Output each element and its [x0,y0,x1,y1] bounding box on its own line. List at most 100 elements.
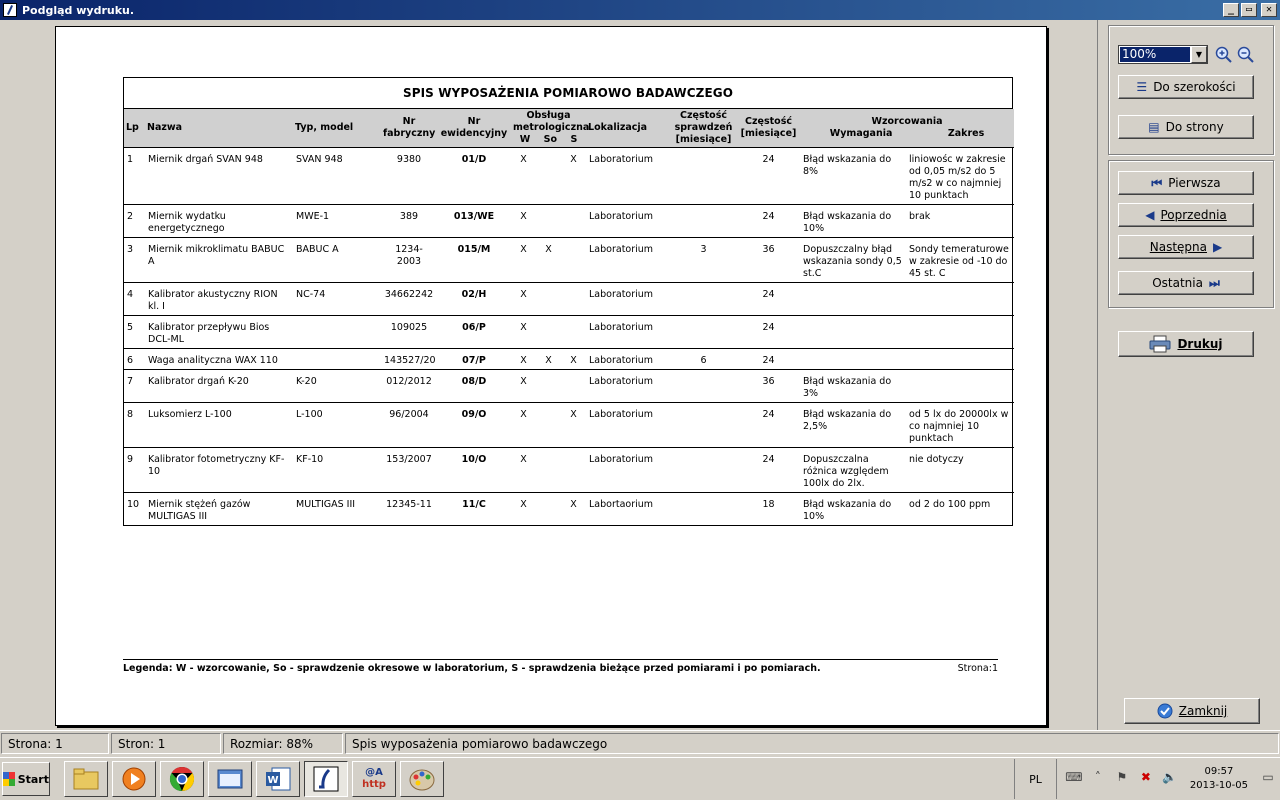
word-icon[interactable]: W [256,761,300,797]
minimize-button[interactable]: _ [1223,3,1239,17]
chevron-down-icon[interactable]: ▼ [1191,46,1207,63]
zoom-value: 100% [1120,47,1190,62]
paint-icon[interactable] [400,761,444,797]
row-czestosc-sprawdzen: 3 [670,237,738,283]
window-app-icon[interactable] [208,761,252,797]
table-row: 2 Miernik wydatku energetycznego MWE-1 389 0… [124,204,1015,238]
window-title: Podgląd wydruku. [22,3,135,17]
preview-area[interactable]: SPIS WYPOSAŻENIA POMIAROWO BADAWCZEGO Lp… [0,20,1098,730]
row-lp: 7 [124,369,145,403]
start-button[interactable]: Start [2,762,50,796]
title-bar: Podgląd wydruku. _ ▭ ✕ [0,0,1280,20]
row-so: X [536,237,561,283]
show-desktop-icon[interactable]: ▭ [1259,770,1277,788]
status-pages: Stron: 1 [111,733,221,754]
previous-page-button[interactable]: ◀ Poprzednia [1118,203,1254,227]
row-lokalizacja: Laboratorium [586,348,671,370]
row-nazwa: Luksomierz L-100 [145,402,293,448]
email-http-icon[interactable]: @A http [352,761,396,797]
row-nazwa: Kalibrator przepływu Bios DCL-ML [145,315,293,349]
row-lp: 6 [124,348,145,370]
col-lokalizacja: Lokalizacja [588,122,648,133]
volume-icon[interactable]: 🔈 [1161,770,1179,788]
maximize-button[interactable]: ▭ [1241,3,1257,17]
row-zakres [906,282,1015,316]
row-czestosc-sprawdzen [670,204,738,238]
print-button[interactable]: Drukuj [1118,331,1254,357]
page-number-label: Strona:1 [957,663,998,674]
table-row: 8 Luksomierz L-100 L-100 96/2004 09/O X X Labor… [124,402,1015,448]
col-nazwa: Nazwa [147,122,183,133]
row-czestosc: 24 [737,348,801,370]
row-nazwa: Miernik stężeń gazów MULTIGAS III [145,492,293,525]
zoom-out-icon[interactable] [1236,45,1256,65]
legend-text: Legenda: W - wzorcowanie, So - sprawdzen… [123,663,821,674]
fit-width-button[interactable]: ☰ Do szerokości [1118,75,1254,99]
zoom-select[interactable]: 100% ▼ [1118,45,1208,64]
row-s: X [561,492,587,525]
status-page: Strona: 1 [1,733,109,754]
row-s [561,204,587,238]
zoom-in-icon[interactable] [1214,45,1234,65]
first-page-button[interactable]: ⏮ Pierwsza [1118,171,1254,195]
arrow-left-icon: ◀ [1145,208,1155,222]
row-nr-ewidencyjny: 09/O [437,402,511,448]
keyboard-icon[interactable]: ⌨ [1065,770,1083,788]
row-zakres [906,369,1015,403]
row-s [561,237,587,283]
row-w: X [511,402,536,448]
row-w: X [511,492,536,525]
explorer-icon[interactable] [64,761,108,797]
table-row: 10 Miernik stężeń gazów MULTIGAS III MULTI… [124,492,1015,525]
row-nr-fabryczny: 9380 [381,147,437,205]
row-wymagania: Dopuszczalna różnica względem 100lx do 2… [800,447,907,493]
row-so [536,282,561,316]
close-button[interactable]: Zamknij [1124,698,1260,724]
network-icon[interactable]: ✖ [1137,770,1155,788]
row-czestosc: 36 [737,369,801,403]
row-w: X [511,315,536,349]
media-player-icon[interactable] [112,761,156,797]
row-czestosc-sprawdzen [670,447,738,493]
row-lokalizacja: Laboratorium [586,447,671,493]
close-window-button[interactable]: ✕ [1261,3,1277,17]
row-czestosc-sprawdzen [670,282,738,316]
equipment-table: Lp Nazwa Typ, model Nr fabryczny Nr ewid… [124,109,1015,525]
row-w: X [511,282,536,316]
last-page-button[interactable]: Ostatnia ⏭ [1118,271,1254,295]
row-typ: KF-10 [293,447,381,493]
row-w: X [511,369,536,403]
col-nr-ewidencyjny: Nr ewidencyjny [440,116,508,139]
row-s: X [561,147,587,205]
row-typ: MWE-1 [293,204,381,238]
row-s [561,447,587,493]
col-czestosc: Częstość [miesiące] [740,116,797,139]
language-indicator[interactable]: PL [1015,759,1057,799]
table-header-row: Lp Nazwa Typ, model Nr fabryczny Nr ewid… [124,109,1015,148]
row-so [536,447,561,493]
row-wymagania: Błąd wskazania do 2,5% [800,402,907,448]
row-lp: 10 [124,492,145,525]
row-nr-ewidencyjny: 06/P [437,315,511,349]
table-row: 5 Kalibrator przepływu Bios DCL-ML 109025 0… [124,315,1015,349]
row-w: X [511,447,536,493]
row-nr-fabryczny: 1234-2003 [381,237,437,283]
clock[interactable]: 09:57 2013-10-05 [1182,765,1256,793]
next-page-button[interactable]: Następna ▶ [1118,235,1254,259]
row-typ [293,348,381,370]
row-lp: 8 [124,402,145,448]
row-czestosc-sprawdzen [670,315,738,349]
chevron-up-icon[interactable]: ˄ [1089,770,1107,788]
chrome-icon[interactable] [160,761,204,797]
row-nr-ewidencyjny: 015/M [437,237,511,283]
fit-page-button[interactable]: ▤ Do strony [1118,115,1254,139]
print-page: SPIS WYPOSAŻENIA POMIAROWO BADAWCZEGO Lp… [55,26,1047,726]
report-frame: SPIS WYPOSAŻENIA POMIAROWO BADAWCZEGO Lp… [123,77,1015,526]
system-tray: PL ⌨ ˄ ⚑ ✖ 🔈 09:57 2013-10-05 ▭ [1014,759,1280,799]
row-wymagania: Błąd wskazania do 10% [800,492,907,525]
row-nr-fabryczny: 153/2007 [381,447,437,493]
row-czestosc: 24 [737,447,801,493]
app-active-icon[interactable] [304,761,348,797]
notification-icon[interactable]: ⚑ [1113,770,1131,788]
legend: Legenda: W - wzorcowanie, So - sprawdzen… [123,659,998,674]
